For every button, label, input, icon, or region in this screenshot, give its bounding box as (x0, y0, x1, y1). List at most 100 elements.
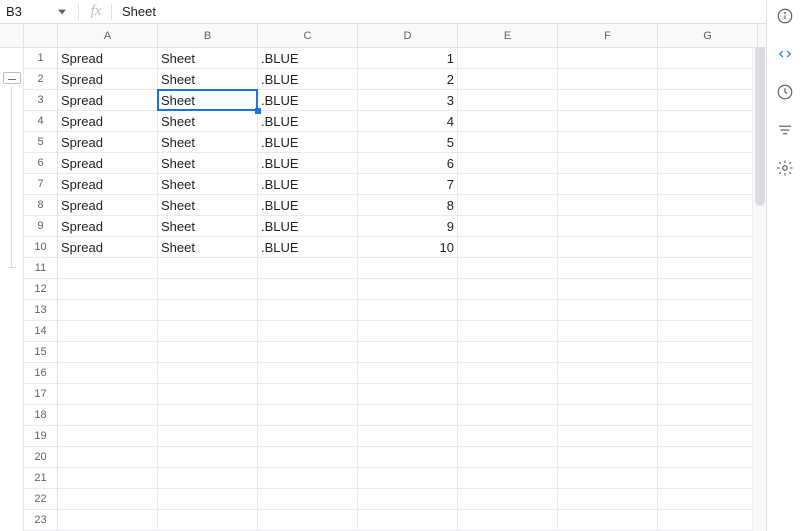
cell[interactable] (358, 300, 458, 321)
cell[interactable] (358, 489, 458, 510)
cell[interactable] (658, 405, 758, 426)
vertical-scrollbar[interactable] (752, 24, 766, 531)
cell[interactable] (558, 174, 658, 195)
cell[interactable] (658, 216, 758, 237)
cell[interactable] (258, 321, 358, 342)
cell[interactable] (458, 384, 558, 405)
row-header-10[interactable]: 10 (24, 237, 58, 258)
cell[interactable] (258, 342, 358, 363)
cell[interactable] (358, 258, 458, 279)
cell[interactable] (658, 363, 758, 384)
cell[interactable] (658, 342, 758, 363)
cell[interactable] (458, 132, 558, 153)
cell[interactable] (258, 258, 358, 279)
row-header-3[interactable]: 3 (24, 90, 58, 111)
cell[interactable] (358, 468, 458, 489)
cell[interactable] (458, 216, 558, 237)
row-header-20[interactable]: 20 (24, 447, 58, 468)
cell[interactable] (558, 69, 658, 90)
cell[interactable] (558, 510, 658, 531)
cell[interactable] (458, 363, 558, 384)
formula-input[interactable]: Sheet (120, 4, 766, 19)
row-header-22[interactable]: 22 (24, 489, 58, 510)
cell[interactable] (58, 447, 158, 468)
cell[interactable] (58, 321, 158, 342)
cell[interactable] (258, 447, 358, 468)
cell[interactable] (458, 258, 558, 279)
cell[interactable] (558, 90, 658, 111)
row-header-2[interactable]: 2 (24, 69, 58, 90)
cell[interactable] (658, 69, 758, 90)
row-header-19[interactable]: 19 (24, 426, 58, 447)
cell[interactable]: .BLUE (258, 132, 358, 153)
cell[interactable]: Sheet (158, 216, 258, 237)
cell[interactable] (658, 321, 758, 342)
cell[interactable] (558, 48, 658, 69)
row-header-14[interactable]: 14 (24, 321, 58, 342)
history-icon[interactable] (775, 82, 795, 102)
cell[interactable] (558, 384, 658, 405)
cell[interactable]: .BLUE (258, 195, 358, 216)
cell[interactable] (58, 510, 158, 531)
cell[interactable]: 9 (358, 216, 458, 237)
cell[interactable] (58, 300, 158, 321)
cell[interactable]: Sheet (158, 111, 258, 132)
cell[interactable] (258, 468, 358, 489)
cell[interactable] (658, 468, 758, 489)
cell[interactable] (658, 195, 758, 216)
cell[interactable] (258, 279, 358, 300)
cell[interactable] (658, 174, 758, 195)
col-header-F[interactable]: F (558, 24, 658, 48)
cell[interactable] (658, 447, 758, 468)
row-header-23[interactable]: 23 (24, 510, 58, 531)
select-all-corner[interactable] (0, 24, 24, 48)
cell[interactable] (658, 237, 758, 258)
row-header-1[interactable]: 1 (24, 48, 58, 69)
cell[interactable] (558, 153, 658, 174)
cell[interactable] (458, 405, 558, 426)
cell[interactable] (58, 405, 158, 426)
cell[interactable] (458, 342, 558, 363)
cell[interactable] (258, 489, 358, 510)
cell[interactable] (358, 405, 458, 426)
cell[interactable] (558, 195, 658, 216)
cell[interactable] (358, 279, 458, 300)
cell[interactable] (658, 489, 758, 510)
outline-collapse-button[interactable]: – (3, 72, 21, 84)
row-header-5[interactable]: 5 (24, 132, 58, 153)
script-icon[interactable] (775, 44, 795, 64)
col-header-B[interactable]: B (158, 24, 258, 48)
cell[interactable] (458, 510, 558, 531)
cell[interactable] (458, 489, 558, 510)
cell[interactable]: .BLUE (258, 237, 358, 258)
cell[interactable] (658, 279, 758, 300)
row-header-9[interactable]: 9 (24, 216, 58, 237)
cell[interactable]: Spread (58, 132, 158, 153)
cell[interactable] (158, 510, 258, 531)
cell[interactable] (358, 510, 458, 531)
name-box[interactable]: B3 (0, 4, 52, 19)
cell[interactable] (158, 363, 258, 384)
cell[interactable]: 7 (358, 174, 458, 195)
cell[interactable] (458, 48, 558, 69)
cell[interactable]: Spread (58, 48, 158, 69)
cell[interactable] (158, 468, 258, 489)
cell[interactable]: .BLUE (258, 90, 358, 111)
cell[interactable]: .BLUE (258, 111, 358, 132)
cell[interactable] (158, 426, 258, 447)
cell[interactable] (558, 447, 658, 468)
cell[interactable]: Spread (58, 237, 158, 258)
cell[interactable] (58, 279, 158, 300)
cell[interactable] (658, 384, 758, 405)
cell[interactable] (158, 405, 258, 426)
cell[interactable] (558, 111, 658, 132)
cell[interactable] (658, 510, 758, 531)
cell[interactable] (158, 384, 258, 405)
cell[interactable] (158, 258, 258, 279)
cell[interactable] (658, 300, 758, 321)
row-header-17[interactable]: 17 (24, 384, 58, 405)
cell[interactable] (458, 321, 558, 342)
filter-lines-icon[interactable] (775, 120, 795, 140)
column-headers[interactable]: ABCDEFG (58, 24, 766, 48)
cell[interactable]: Spread (58, 153, 158, 174)
